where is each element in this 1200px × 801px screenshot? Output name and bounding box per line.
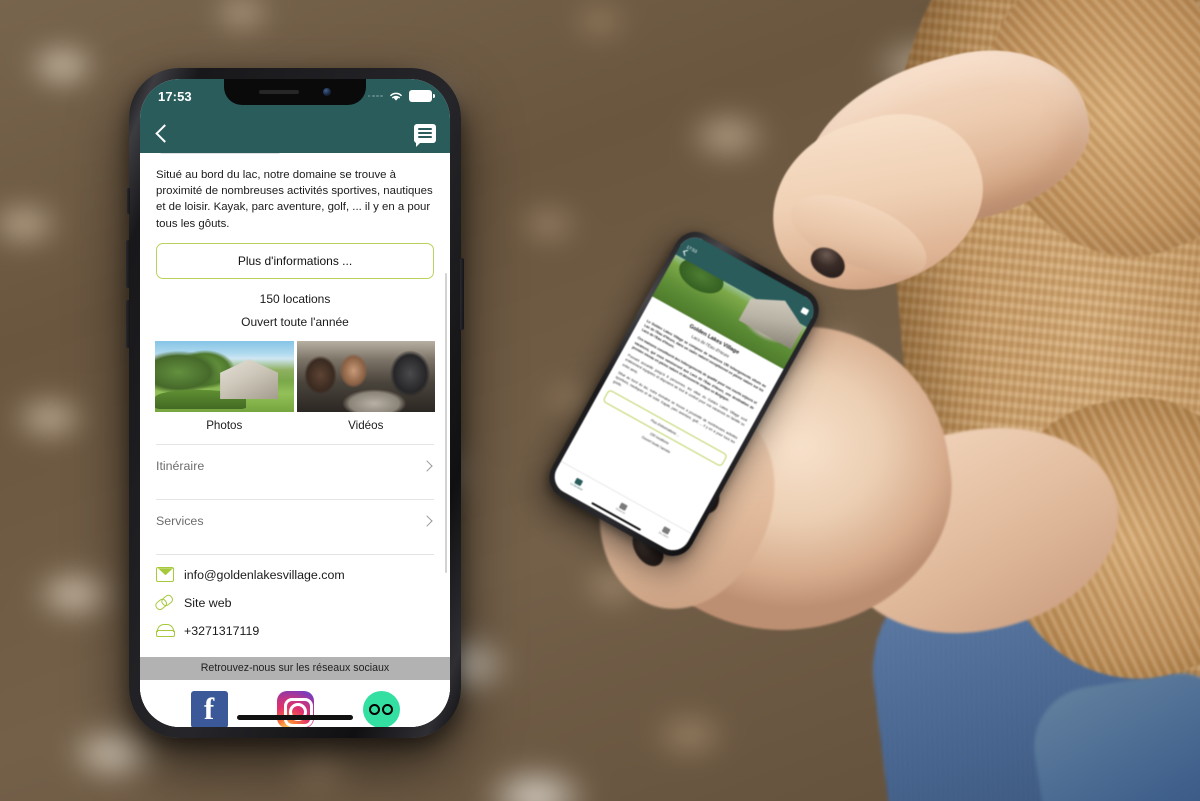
page-content: Situé au bord du lac, notre domaine se t… (140, 153, 450, 727)
home-indicator (237, 715, 353, 720)
phone-icon (156, 623, 175, 638)
photos-label: Photos (206, 418, 243, 432)
contact-email[interactable]: info@goldenlakesvillage.com (156, 561, 434, 589)
message-bubble-icon[interactable] (414, 123, 436, 147)
status-bar: 17:53 (140, 79, 450, 113)
videos-thumbnail[interactable] (296, 340, 435, 412)
contact-website-text: Site web (184, 595, 232, 610)
signal-dots-icon (367, 94, 383, 98)
photos-tile[interactable]: Photos (155, 340, 294, 432)
chevron-right-icon (421, 460, 433, 472)
battery-icon (409, 90, 435, 102)
phone-device: 17:53 Situé au bord du lac, notre domain… (126, 68, 464, 738)
wifi-icon (390, 92, 402, 101)
status-clock: 17:53 (158, 88, 192, 104)
small-phone-tab-sur-place[interactable]: Sur place (658, 525, 672, 539)
social-banner: Retrouvez-nous sur les réseaux sociaux (140, 656, 450, 680)
more-info-button[interactable]: Plus d'informations ... (156, 242, 434, 279)
tripadvisor-icon[interactable] (362, 690, 400, 727)
instagram-icon[interactable] (276, 690, 314, 727)
earpiece-speaker (259, 90, 299, 94)
contact-list: info@goldenlakesvillage.com Site web +32… (140, 555, 450, 657)
contact-phone[interactable]: +3271317119 (156, 617, 434, 645)
chevron-right-icon (421, 515, 433, 527)
volume-up-button[interactable] (126, 240, 130, 288)
scroll-pane[interactable]: Situé au bord du lac, notre domaine se t… (140, 157, 450, 657)
power-button[interactable] (460, 258, 464, 330)
message-bubble-icon[interactable] (800, 306, 810, 316)
front-camera (323, 88, 331, 96)
small-phone-tab-le-domaine[interactable]: Le domaine (570, 476, 587, 491)
row-services[interactable]: Services (140, 500, 450, 542)
phone-screen: 17:53 Situé au bord du lac, notre domain… (140, 79, 450, 727)
row-label: Itinéraire (156, 458, 205, 473)
opening-status: Ouvert toute l'année (241, 314, 349, 329)
contact-email-text: info@goldenlakesvillage.com (184, 567, 345, 582)
videos-label: Vidéos (348, 418, 384, 432)
media-row: Photos Vidéos (140, 340, 450, 432)
volume-down-button[interactable] (126, 300, 130, 348)
small-phone-count: 150 locations (649, 431, 670, 446)
vertical-scrollbar[interactable] (444, 273, 447, 573)
videos-tile[interactable]: Vidéos (296, 340, 435, 432)
contact-website[interactable]: Site web (156, 589, 434, 617)
small-phone-tab-reserver[interactable]: Réserver (615, 501, 629, 515)
notch (224, 79, 366, 105)
link-icon (156, 595, 174, 610)
chevron-left-icon[interactable] (155, 123, 174, 143)
app-nav-bar (140, 113, 450, 153)
intro-paragraph: Situé au bord du lac, notre domaine se t… (156, 169, 433, 230)
row-label: Services (156, 513, 204, 528)
photos-thumbnail[interactable] (155, 340, 294, 412)
mail-icon (156, 567, 174, 583)
silent-switch[interactable] (127, 188, 130, 214)
contact-phone-text: +3271317119 (184, 623, 260, 638)
locations-count: 150 locations (259, 291, 331, 306)
row-itineraire[interactable]: Itinéraire (140, 445, 450, 487)
facebook-icon[interactable] (190, 690, 228, 727)
status-indicators (367, 90, 435, 102)
